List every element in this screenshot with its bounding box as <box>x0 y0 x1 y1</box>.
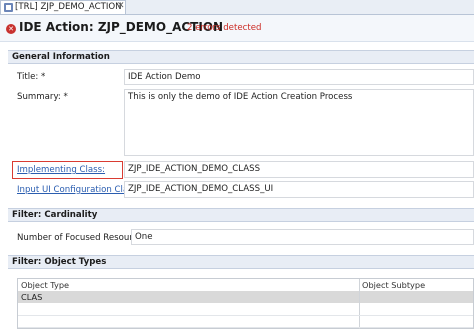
section-general-information[interactable]: General Information <box>8 50 474 64</box>
row-divider <box>18 327 473 328</box>
editor-tab-label: [TRL] ZJP_DEMO_ACTION <box>15 2 122 12</box>
input-ui-config-class-field[interactable]: ZJP_IDE_ACTION_DEMO_CLASS_UI <box>124 181 474 198</box>
close-tab-icon[interactable]: ✕ <box>117 1 125 11</box>
summary-label: Summary: * <box>17 92 68 102</box>
title-field[interactable]: IDE Action Demo <box>124 69 474 85</box>
editor-header: ✕ IDE Action: ZJP_DEMO_ACTION 2 errors d… <box>0 15 474 42</box>
row-divider <box>18 315 473 316</box>
column-header-object-type[interactable]: Object Type <box>18 279 69 291</box>
section-filter-cardinality[interactable]: Filter: Cardinality <box>8 208 474 222</box>
implementing-class-highlight <box>12 161 123 179</box>
object-types-table: Object Type Object Subtype CLAS <box>17 278 474 329</box>
column-divider <box>359 279 360 329</box>
table-row[interactable] <box>18 291 473 303</box>
section-filter-object-types[interactable]: Filter: Object Types <box>8 255 474 269</box>
title-label: Title: * <box>17 72 46 82</box>
focused-resources-select[interactable]: One <box>131 229 474 245</box>
error-count-link[interactable]: 2 errors detected <box>187 23 261 33</box>
editor-tab-bar: [TRL] ZJP_DEMO_ACTION ✕ <box>0 0 474 15</box>
error-icon: ✕ <box>6 24 16 34</box>
editor-tab[interactable]: [TRL] ZJP_DEMO_ACTION ✕ <box>0 0 126 14</box>
input-ui-config-class-link[interactable]: Input UI Configuration Class: <box>17 185 140 195</box>
table-cell-object-type: CLAS <box>21 292 43 302</box>
column-header-object-subtype[interactable]: Object Subtype <box>359 279 425 291</box>
implementing-class-field[interactable]: ZJP_IDE_ACTION_DEMO_CLASS <box>124 161 474 178</box>
ide-action-file-icon <box>4 3 13 12</box>
summary-field[interactable]: This is only the demo of IDE Action Crea… <box>124 89 474 156</box>
